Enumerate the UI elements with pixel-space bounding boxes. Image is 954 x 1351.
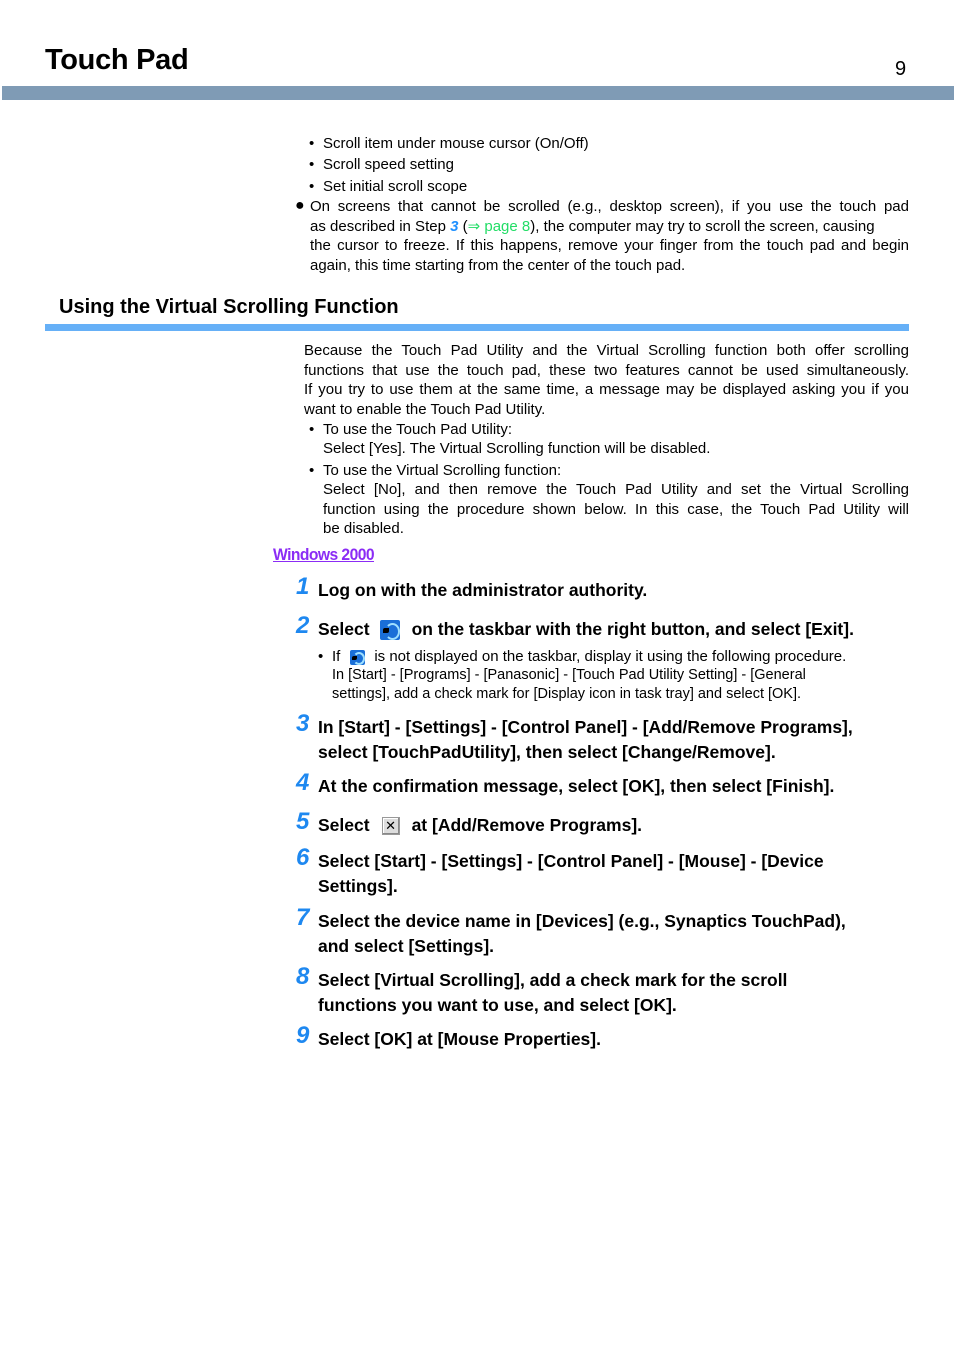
touchpad-utility-icon bbox=[379, 620, 400, 641]
step-number: 4 bbox=[296, 769, 310, 796]
os-tag-link[interactable]: Windows 2000 bbox=[273, 545, 375, 565]
page-title: Touch Pad bbox=[45, 44, 189, 76]
option-description: Select [No], and then remove the Touch P… bbox=[323, 481, 909, 537]
bullet-icon: • bbox=[309, 462, 315, 479]
bullet-icon: • bbox=[309, 135, 315, 152]
bullet-icon: • bbox=[309, 421, 315, 438]
bullet-icon: • bbox=[318, 648, 324, 665]
step-number: 1 bbox=[296, 573, 310, 600]
note-paragraph: On screens that cannot be scrolled (e.g.… bbox=[310, 198, 909, 274]
section-title: Using the Virtual Scrolling Function bbox=[59, 296, 399, 318]
intro-paragraph: Because the Touch Pad Utility and the Vi… bbox=[304, 342, 909, 418]
step-number: 9 bbox=[296, 1022, 310, 1049]
step-number: 2 bbox=[296, 612, 310, 639]
step-number: 5 bbox=[296, 808, 310, 835]
step-number: 6 bbox=[296, 844, 310, 871]
close-icon: ✕ bbox=[381, 817, 400, 836]
bullet-icon: • bbox=[309, 178, 315, 195]
bullet-icon: • bbox=[309, 156, 315, 173]
step-number: 3 bbox=[296, 710, 310, 737]
page-number: 9 bbox=[895, 58, 907, 80]
page-reference-link[interactable]: ⇒ page 8 bbox=[468, 218, 531, 235]
touchpad-utility-icon bbox=[350, 649, 366, 665]
note-bullet-icon: ● bbox=[295, 197, 305, 214]
step-number: 8 bbox=[296, 963, 310, 990]
step-number: 7 bbox=[296, 904, 310, 931]
header-bar bbox=[2, 86, 954, 100]
section-bar bbox=[45, 324, 909, 331]
